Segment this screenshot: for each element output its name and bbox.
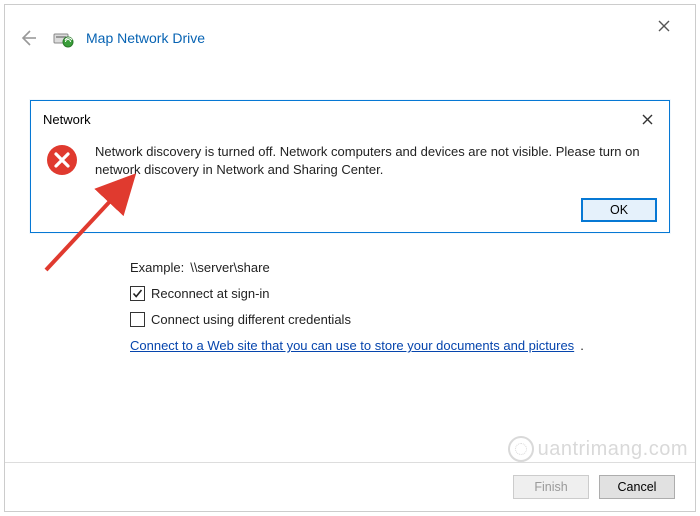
diffcreds-checkbox[interactable] [130,312,145,327]
cancel-label: Cancel [618,480,657,494]
ok-label: OK [610,203,628,217]
alert-title: Network [43,112,91,127]
alert-message: Network discovery is turned off. Network… [95,143,655,178]
reconnect-label: Reconnect at sign-in [151,286,270,301]
back-button[interactable] [16,26,40,50]
finish-button: Finish [513,475,589,499]
example-prefix: Example: [130,260,184,275]
reconnect-row[interactable]: Reconnect at sign-in [130,286,660,301]
wizard-header: Map Network Drive [16,26,684,50]
alert-close-button[interactable] [637,109,657,129]
wizard-footer: Finish Cancel [5,462,695,511]
wizard-title: Map Network Drive [86,30,205,46]
reconnect-checkbox[interactable] [130,286,145,301]
finish-label: Finish [534,480,567,494]
network-alert-dialog: Network Network discovery is turned off.… [30,100,670,233]
website-link[interactable]: Connect to a Web site that you can use t… [130,338,574,353]
wizard-form: Example: \\server\share Reconnect at sig… [130,260,660,353]
diffcreds-label: Connect using different credentials [151,312,351,327]
example-row: Example: \\server\share [130,260,660,275]
diffcreds-row[interactable]: Connect using different credentials [130,312,660,327]
cancel-button[interactable]: Cancel [599,475,675,499]
alert-ok-button[interactable]: OK [581,198,657,222]
example-path: \\server\share [190,260,269,275]
network-drive-icon [52,27,74,49]
error-icon [45,143,79,180]
